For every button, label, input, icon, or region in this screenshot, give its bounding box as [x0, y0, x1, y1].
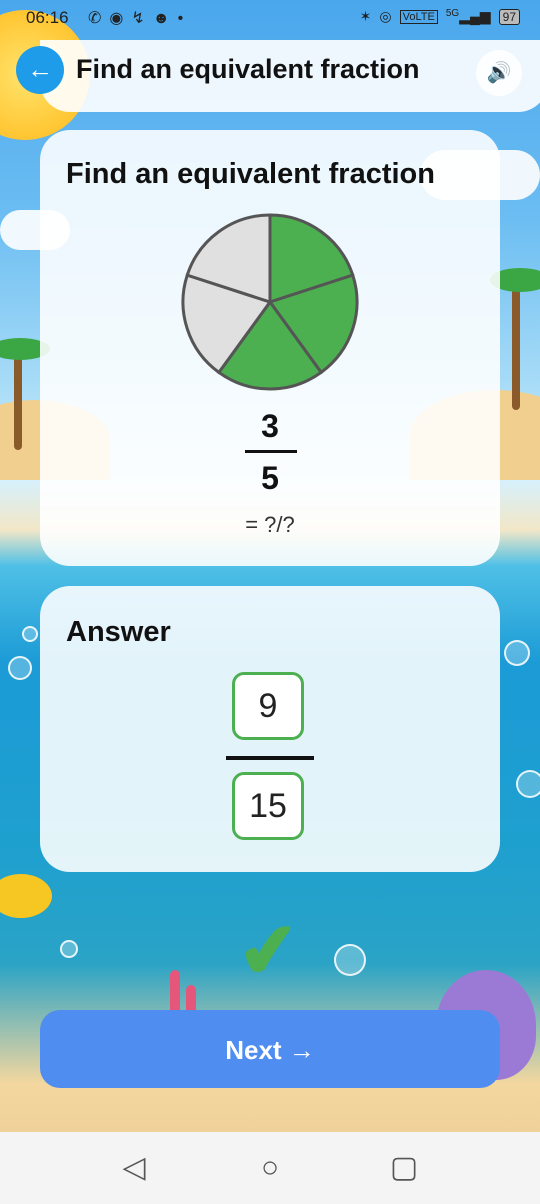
equivalent-prompt: = ?/?	[245, 512, 295, 537]
fraction-pie-chart	[181, 213, 359, 391]
bubble-decoration	[516, 770, 540, 798]
whatsapp-icon: ✆	[88, 10, 110, 27]
bubble-decoration	[8, 656, 32, 680]
question-denominator: 5	[261, 460, 279, 496]
back-icon[interactable]: ◁	[118, 1152, 150, 1184]
next-button[interactable]: Next →	[40, 1010, 500, 1088]
speaker-icon[interactable]: 🔊	[476, 50, 522, 96]
network-label: 5G	[445, 8, 460, 19]
answer-title: Answer	[66, 616, 171, 648]
dot-icon: •	[177, 10, 192, 27]
bubble-decoration	[334, 944, 366, 976]
palm-tree-decoration	[14, 350, 22, 450]
fish-decoration	[0, 874, 52, 918]
status-time: 06:16	[26, 8, 69, 27]
face-icon: ☻	[152, 10, 178, 27]
5g-signal-icon: 5G▂▄▆	[445, 8, 491, 24]
page-title: Find an equivalent fraction	[76, 54, 420, 84]
hotspot-icon: ◎	[379, 8, 392, 24]
bubble-decoration	[60, 940, 78, 958]
denominator-input[interactable]: 15	[232, 772, 304, 840]
system-icons: ✶ ◎ VoLTE 5G▂▄▆ 97	[360, 8, 520, 25]
battery-icon: 97	[498, 8, 520, 25]
correct-check-icon: ✔	[233, 905, 305, 996]
answer-card: Answer 9 15	[40, 586, 500, 872]
missed-call-icon: ↯	[131, 10, 153, 27]
question-title: Find an equivalent fraction	[66, 158, 435, 190]
volte-icon: VoLTE	[399, 9, 438, 24]
bubble-decoration	[504, 640, 530, 666]
notification-icons: ✆◉↯☻•	[88, 8, 191, 28]
question-numerator: 3	[261, 408, 279, 444]
bubble-decoration	[22, 626, 38, 642]
answer-fraction-bar	[226, 756, 314, 760]
navigation-bar: ◁ ○ ▢	[0, 1132, 540, 1204]
status-bar: 06:16 ✆◉↯☻• ✶ ◎ VoLTE 5G▂▄▆ 97	[0, 0, 540, 34]
chat-icon: ◉	[109, 10, 132, 27]
palm-tree-decoration	[512, 280, 520, 410]
home-icon[interactable]: ○	[254, 1152, 286, 1184]
numerator-input[interactable]: 9	[232, 672, 304, 740]
bluetooth-icon: ✶	[359, 8, 372, 24]
back-arrow-icon[interactable]: ←	[16, 46, 64, 94]
question-card: Find an equivalent fraction 3 5 = ?/?	[40, 130, 500, 566]
recents-icon[interactable]: ▢	[388, 1152, 420, 1184]
fraction-bar	[245, 450, 297, 453]
